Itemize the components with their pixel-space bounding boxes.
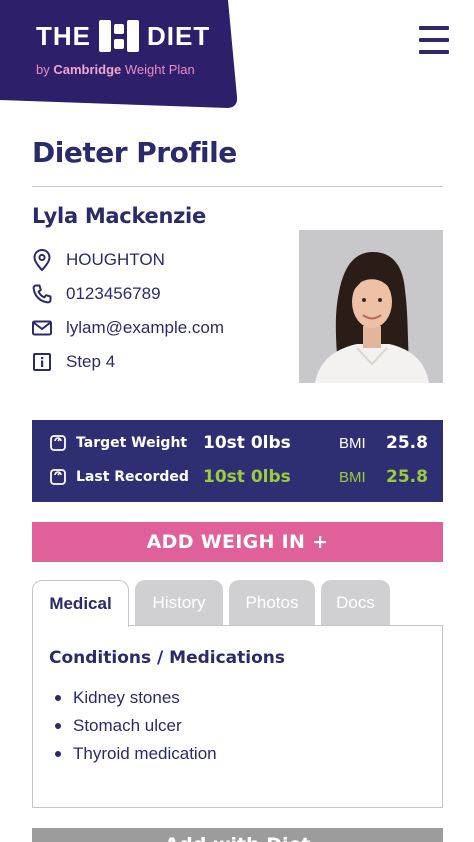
phone-row[interactable]: 0123456789 bbox=[32, 283, 161, 305]
dieter-photo bbox=[299, 230, 443, 383]
bullet-icon bbox=[55, 723, 61, 729]
condition-text: Thyroid medication bbox=[73, 744, 217, 763]
tab-history[interactable]: History bbox=[135, 580, 223, 626]
tab-medical[interactable]: Medical bbox=[32, 580, 129, 627]
scale-icon bbox=[50, 435, 66, 451]
bullet-icon bbox=[55, 751, 61, 757]
last-recorded-row: Last Recorded 10st 0lbs BMI 25.8 bbox=[32, 465, 443, 489]
hamburger-menu-icon[interactable] bbox=[419, 26, 449, 54]
title-divider bbox=[32, 186, 443, 187]
bottom-action-button[interactable]: Add with Diet bbox=[32, 828, 443, 842]
logo-subtitle: by Cambridge Weight Plan bbox=[36, 62, 195, 77]
scale-icon bbox=[50, 469, 66, 485]
add-weigh-in-button[interactable]: ADD WEIGH IN + bbox=[32, 522, 443, 562]
conditions-heading: Conditions / Medications bbox=[49, 648, 285, 668]
recorded-bmi-label: BMI bbox=[339, 468, 366, 486]
recorded-bmi-value: 25.8 bbox=[386, 467, 428, 487]
target-weight-row: Target Weight 10st 0lbs BMI 25.8 bbox=[32, 431, 443, 455]
page-title: Dieter Profile bbox=[32, 136, 237, 169]
email-row[interactable]: lylam@example.com bbox=[32, 317, 224, 339]
profile-tabs: Medical History Photos Docs bbox=[32, 580, 390, 627]
target-bmi-label: BMI bbox=[339, 434, 366, 452]
info-icon bbox=[32, 351, 52, 373]
list-item: Kidney stones bbox=[49, 684, 217, 712]
target-bmi-value: 25.8 bbox=[386, 433, 428, 453]
logo-wordmark: THE DIET bbox=[36, 20, 210, 52]
dieter-name: Lyla Mackenzie bbox=[32, 204, 206, 228]
location-row: HOUGHTON bbox=[32, 249, 165, 271]
logo-sub-prefix: by bbox=[36, 62, 50, 77]
target-weight-label: Target Weight bbox=[76, 435, 188, 451]
logo-background bbox=[0, 0, 238, 108]
list-item: Thyroid medication bbox=[49, 740, 217, 768]
logo-sub-suffix: Weight Plan bbox=[124, 62, 195, 77]
medical-tab-panel: Conditions / Medications Kidney stones S… bbox=[32, 625, 443, 808]
condition-text: Stomach ulcer bbox=[73, 716, 182, 735]
last-recorded-label: Last Recorded bbox=[76, 469, 189, 485]
conditions-list: Kidney stones Stomach ulcer Thyroid medi… bbox=[49, 684, 217, 768]
bullet-icon bbox=[55, 695, 61, 701]
brand-logo[interactable]: THE DIET by Cambridge Weight Plan bbox=[0, 0, 238, 111]
dieter-phone[interactable]: 0123456789 bbox=[66, 284, 161, 304]
envelope-icon bbox=[32, 317, 52, 339]
list-item: Stomach ulcer bbox=[49, 712, 217, 740]
step-row: Step 4 bbox=[32, 351, 115, 373]
logo-sub-brand: Cambridge bbox=[53, 62, 122, 77]
condition-text: Kidney stones bbox=[73, 688, 180, 707]
logo-one-to-one-mark bbox=[99, 20, 139, 52]
tab-photos[interactable]: Photos bbox=[229, 580, 315, 626]
last-recorded-value: 10st 0lbs bbox=[203, 467, 291, 487]
target-weight-value: 10st 0lbs bbox=[203, 433, 291, 453]
dieter-step: Step 4 bbox=[66, 352, 116, 371]
tab-docs[interactable]: Docs bbox=[321, 580, 390, 626]
map-pin-icon bbox=[32, 249, 52, 271]
logo-text-the: THE bbox=[36, 20, 91, 51]
dieter-location: HOUGHTON bbox=[66, 250, 165, 269]
logo-text-diet: DIET bbox=[147, 20, 211, 51]
header: THE DIET by Cambridge Weight Plan bbox=[0, 0, 474, 118]
phone-icon bbox=[32, 283, 52, 305]
dieter-email[interactable]: lylam@example.com bbox=[66, 318, 224, 338]
